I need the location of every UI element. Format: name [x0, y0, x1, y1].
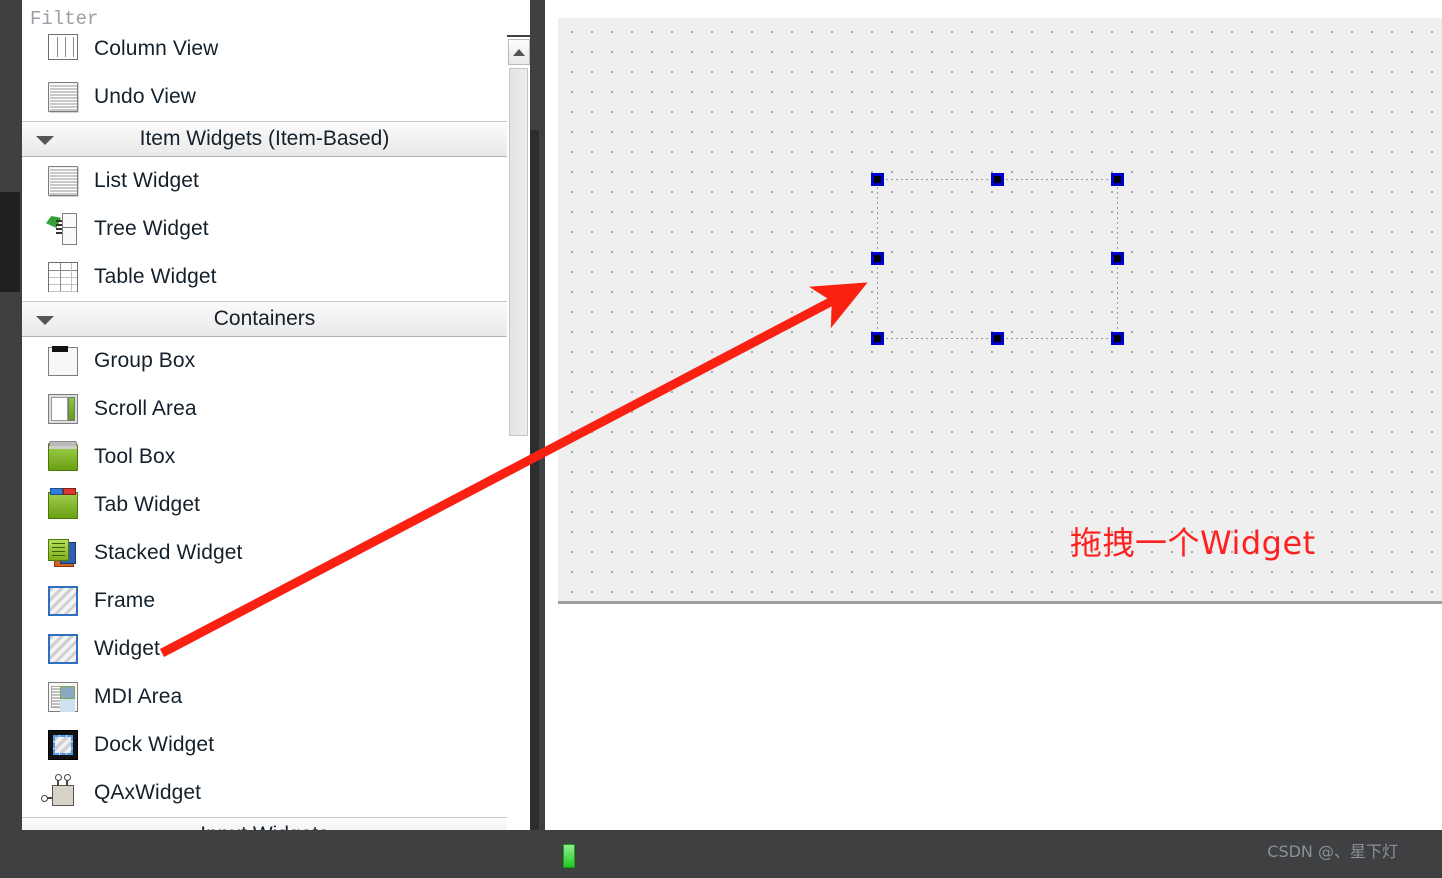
annotation-text: 拖拽一个Widget: [1070, 524, 1316, 562]
panel-splitter-grip[interactable]: [530, 130, 539, 830]
handle-top-right[interactable]: [1111, 173, 1124, 186]
widget-list-scroll-region[interactable]: Column View Undo View Item Widgets (Item-B…: [22, 25, 530, 878]
widget-item-label: Widget: [94, 637, 160, 660]
dock-widget-icon: [46, 728, 80, 762]
widget-item-column-view[interactable]: Column View: [22, 25, 507, 73]
widget-category-label: Containers: [213, 307, 316, 330]
handle-middle-left[interactable]: [871, 252, 884, 265]
widget-item-label: QAxWidget: [94, 781, 202, 804]
widget-item-label: Tool Box: [94, 445, 176, 468]
widget-item-label: List Widget: [94, 169, 199, 192]
chevron-down-icon: [36, 136, 54, 145]
taskbar-app-indicator-icon[interactable]: [563, 844, 575, 868]
desktop-taskbar: CSDN @、星下灯: [0, 830, 1442, 878]
widget-category-label: Item Widgets (Item-Based): [139, 127, 390, 150]
widget-item-label: Frame: [94, 589, 156, 612]
scroll-up-icon[interactable]: [508, 39, 530, 65]
window-left-edge-active-segment: [0, 192, 20, 292]
frame-icon: [46, 584, 80, 618]
group-box-icon: [46, 344, 80, 378]
handle-bottom-center[interactable]: [991, 332, 1004, 345]
widget-item-tree-widget[interactable]: Tree Widget: [22, 205, 507, 253]
widget-item-frame[interactable]: Frame: [22, 577, 507, 625]
widget-item-undo-view[interactable]: Undo View: [22, 73, 507, 121]
handle-top-left[interactable]: [871, 173, 884, 186]
widget-list-scrollbar[interactable]: [508, 39, 530, 878]
tree-widget-icon: [46, 212, 80, 246]
widget-item-list-widget[interactable]: List Widget: [22, 157, 507, 205]
widget-icon: [46, 632, 80, 666]
list-widget-icon: [46, 164, 80, 198]
handle-bottom-left[interactable]: [871, 332, 884, 345]
form-editor-area: 拖拽一个Widget: [545, 0, 1442, 830]
widget-item-tab-widget[interactable]: Tab Widget: [22, 481, 507, 529]
widget-item-label: Table Widget: [94, 265, 217, 288]
widget-item-label: MDI Area: [94, 685, 183, 708]
scrollbar-track[interactable]: [508, 66, 530, 878]
chevron-down-icon: [36, 316, 54, 325]
widget-category-containers[interactable]: Containers: [22, 301, 507, 337]
scroll-area-icon: [46, 392, 80, 426]
widget-item-stacked-widget[interactable]: Stacked Widget: [22, 529, 507, 577]
widget-item-label: Tab Widget: [94, 493, 201, 516]
qax-widget-icon: [41, 774, 80, 810]
widget-item-label: Stacked Widget: [94, 541, 243, 564]
scrollbar-thumb[interactable]: [509, 68, 528, 436]
widget-item-widget[interactable]: Widget: [22, 625, 507, 673]
widget-item-tool-box[interactable]: Tool Box: [22, 433, 507, 481]
tool-box-icon: [46, 440, 80, 474]
window-left-edge: [0, 0, 22, 878]
widget-item-group-box[interactable]: Group Box: [22, 337, 507, 385]
widget-category-item-widgets-item-based[interactable]: Item Widgets (Item-Based): [22, 121, 507, 157]
handle-top-center[interactable]: [991, 173, 1004, 186]
mdi-area-icon: [46, 680, 80, 714]
column-view-icon: [46, 32, 80, 66]
widget-item-label: Scroll Area: [94, 397, 197, 420]
widget-list: Column View Undo View Item Widgets (Item-B…: [22, 25, 507, 853]
handle-bottom-right[interactable]: [1111, 332, 1124, 345]
widget-item-label: Group Box: [94, 349, 196, 372]
widget-item-qaxwidget[interactable]: QAxWidget: [22, 769, 507, 817]
widget-box-panel: Column View Undo View Item Widgets (Item-B…: [22, 0, 530, 878]
widget-item-scroll-area[interactable]: Scroll Area: [22, 385, 507, 433]
widget-item-label: Column View: [94, 37, 219, 60]
undo-view-icon: [46, 80, 80, 114]
widget-item-label: Undo View: [94, 85, 197, 108]
widget-item-label: Tree Widget: [94, 217, 209, 240]
widget-item-label: Dock Widget: [94, 733, 215, 756]
table-widget-icon: [46, 260, 80, 294]
widget-item-mdi-area[interactable]: MDI Area: [22, 673, 507, 721]
widget-item-dock-widget[interactable]: Dock Widget: [22, 721, 507, 769]
form-canvas[interactable]: [558, 18, 1442, 604]
tab-widget-icon: [46, 488, 80, 522]
watermark-text: CSDN @、星下灯: [1267, 842, 1398, 861]
widget-item-table-widget[interactable]: Table Widget: [22, 253, 507, 301]
stacked-widget-icon: [46, 536, 80, 570]
handle-middle-right[interactable]: [1111, 252, 1124, 265]
